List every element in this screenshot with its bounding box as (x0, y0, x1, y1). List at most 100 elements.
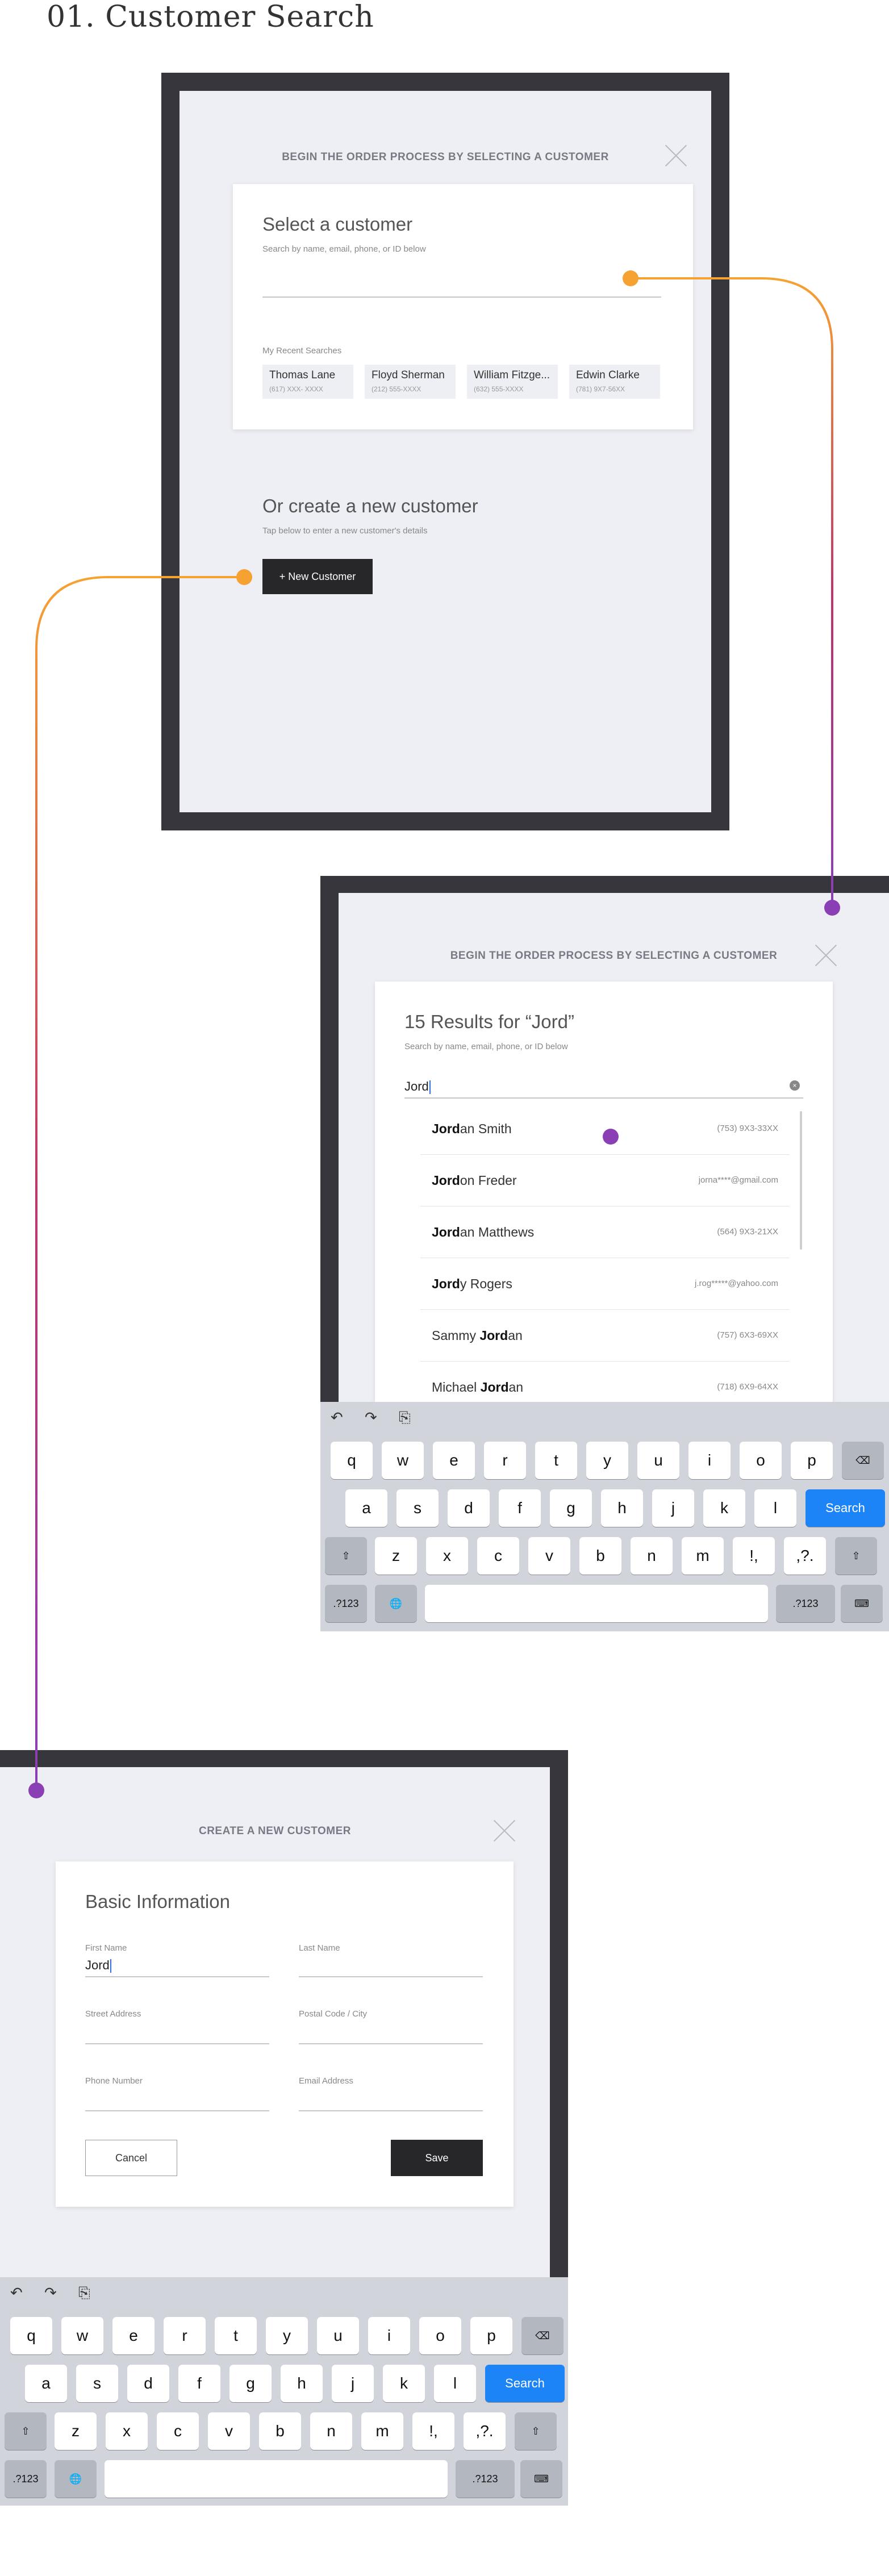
numbers-key[interactable]: .?123 (776, 1585, 835, 1622)
results-scrollbar[interactable] (800, 1111, 802, 1250)
space-bar[interactable] (105, 2460, 448, 2498)
key-l[interactable]: l (754, 1489, 796, 1527)
globe-icon[interactable]: 🌐 (55, 2460, 97, 2498)
email-address-field[interactable] (299, 2090, 483, 2109)
key-i[interactable]: i (368, 2317, 410, 2354)
key-o[interactable]: o (419, 2317, 461, 2354)
shift-key[interactable]: ⇧ (515, 2412, 557, 2450)
key-v[interactable]: v (208, 2412, 250, 2450)
key-v[interactable]: v (528, 1537, 570, 1575)
backspace-key[interactable]: ⌫ (521, 2317, 564, 2354)
key-q[interactable]: q (331, 1442, 373, 1479)
search-input[interactable]: Jord (404, 1079, 431, 1095)
key-r[interactable]: r (484, 1442, 526, 1479)
recent-search-chip[interactable]: Thomas Lane (617) XXX- XXXX (262, 365, 353, 399)
last-name-field[interactable] (299, 1958, 483, 1975)
key-z[interactable]: z (55, 2412, 97, 2450)
key-p[interactable]: p (470, 2317, 512, 2354)
key-s[interactable]: s (396, 1489, 439, 1527)
cancel-button[interactable]: Cancel (85, 2140, 177, 2176)
key-e[interactable]: e (112, 2317, 155, 2354)
redo-icon[interactable]: ↷ (365, 1409, 377, 1426)
paste-icon[interactable]: ⎘ (78, 2284, 90, 2302)
key-k[interactable]: k (383, 2365, 425, 2402)
key-y[interactable]: y (586, 1442, 628, 1479)
redo-icon[interactable]: ↷ (44, 2284, 57, 2302)
key-m[interactable]: m (682, 1537, 724, 1575)
key-k[interactable]: k (703, 1489, 745, 1527)
globe-icon[interactable]: 🌐 (375, 1585, 417, 1622)
shift-key[interactable]: ⇧ (5, 2412, 47, 2450)
key-s[interactable]: s (76, 2365, 118, 2402)
key-e[interactable]: e (433, 1442, 475, 1479)
numbers-key[interactable]: .?123 (325, 1585, 367, 1622)
numbers-key[interactable]: .?123 (456, 2460, 515, 2498)
key-c[interactable]: c (477, 1537, 519, 1575)
shift-key[interactable]: ⇧ (325, 1537, 367, 1575)
result-row[interactable]: Sammy Jordan (757) 6X3-69XX (420, 1310, 790, 1362)
undo-icon[interactable]: ↶ (10, 2284, 23, 2302)
key-c[interactable]: c (157, 2412, 199, 2450)
key-punct[interactable]: ,?. (784, 1537, 826, 1575)
postal-city-field[interactable] (299, 2023, 483, 2042)
shift-key[interactable]: ⇧ (835, 1537, 877, 1575)
phone-number-field[interactable] (85, 2090, 269, 2109)
key-g[interactable]: g (229, 2365, 272, 2402)
key-u[interactable]: u (637, 1442, 679, 1479)
hide-keyboard-icon[interactable]: ⌨ (520, 2460, 562, 2498)
close-icon[interactable] (665, 144, 687, 167)
key-b[interactable]: b (579, 1537, 621, 1575)
key-h[interactable]: h (601, 1489, 643, 1527)
save-button[interactable]: Save (391, 2140, 483, 2176)
result-row[interactable]: Jordon Freder jorna****@gmail.com (420, 1155, 790, 1206)
key-l[interactable]: l (434, 2365, 476, 2402)
result-row[interactable]: Jordan Matthews (564) 9X3-21XX (420, 1206, 790, 1258)
key-i[interactable]: i (688, 1442, 731, 1479)
key-q[interactable]: q (10, 2317, 52, 2354)
key-x[interactable]: x (106, 2412, 148, 2450)
close-icon[interactable] (815, 944, 837, 967)
key-d[interactable]: d (127, 2365, 169, 2402)
key-r[interactable]: r (164, 2317, 206, 2354)
hide-keyboard-icon[interactable]: ⌨ (841, 1585, 883, 1622)
clear-search-icon[interactable]: × (790, 1080, 800, 1091)
key-m[interactable]: m (361, 2412, 403, 2450)
key-a[interactable]: a (25, 2365, 67, 2402)
key-t[interactable]: t (535, 1442, 577, 1479)
key-n[interactable]: n (631, 1537, 673, 1575)
first-name-field[interactable]: Jord (85, 1958, 111, 1973)
search-key[interactable]: Search (805, 1489, 885, 1527)
key-h[interactable]: h (281, 2365, 323, 2402)
key-b[interactable]: b (259, 2412, 301, 2450)
space-bar[interactable] (425, 1585, 768, 1622)
backspace-key[interactable]: ⌫ (842, 1442, 884, 1479)
paste-icon[interactable]: ⎘ (399, 1409, 411, 1427)
key-w[interactable]: w (61, 2317, 103, 2354)
new-customer-button[interactable]: + New Customer (262, 559, 373, 594)
recent-search-chip[interactable]: Edwin Clarke (781) 9X7-56XX (569, 365, 660, 399)
key-punct[interactable]: !, (733, 1537, 775, 1575)
key-n[interactable]: n (310, 2412, 352, 2450)
key-o[interactable]: o (740, 1442, 782, 1479)
result-row[interactable]: Jordy Rogers j.rog*****@yahoo.com (420, 1258, 790, 1310)
key-g[interactable]: g (550, 1489, 592, 1527)
key-z[interactable]: z (375, 1537, 417, 1575)
street-address-field[interactable] (85, 2023, 269, 2042)
close-icon[interactable] (493, 1819, 516, 1842)
key-d[interactable]: d (448, 1489, 490, 1527)
search-key[interactable]: Search (485, 2365, 565, 2402)
key-a[interactable]: a (345, 1489, 387, 1527)
result-row[interactable]: Jordan Smith (753) 9X3-33XX (420, 1103, 790, 1155)
key-j[interactable]: j (652, 1489, 694, 1527)
key-t[interactable]: t (215, 2317, 257, 2354)
search-input[interactable] (262, 264, 661, 295)
key-x[interactable]: x (426, 1537, 468, 1575)
key-p[interactable]: p (791, 1442, 833, 1479)
key-punct[interactable]: !, (412, 2412, 454, 2450)
key-u[interactable]: u (317, 2317, 359, 2354)
undo-icon[interactable]: ↶ (331, 1409, 343, 1426)
recent-search-chip[interactable]: Floyd Sherman (212) 555-XXXX (365, 365, 456, 399)
key-f[interactable]: f (178, 2365, 220, 2402)
numbers-key[interactable]: .?123 (5, 2460, 47, 2498)
recent-search-chip[interactable]: William Fitzge... (632) 555-XXXX (467, 365, 558, 399)
